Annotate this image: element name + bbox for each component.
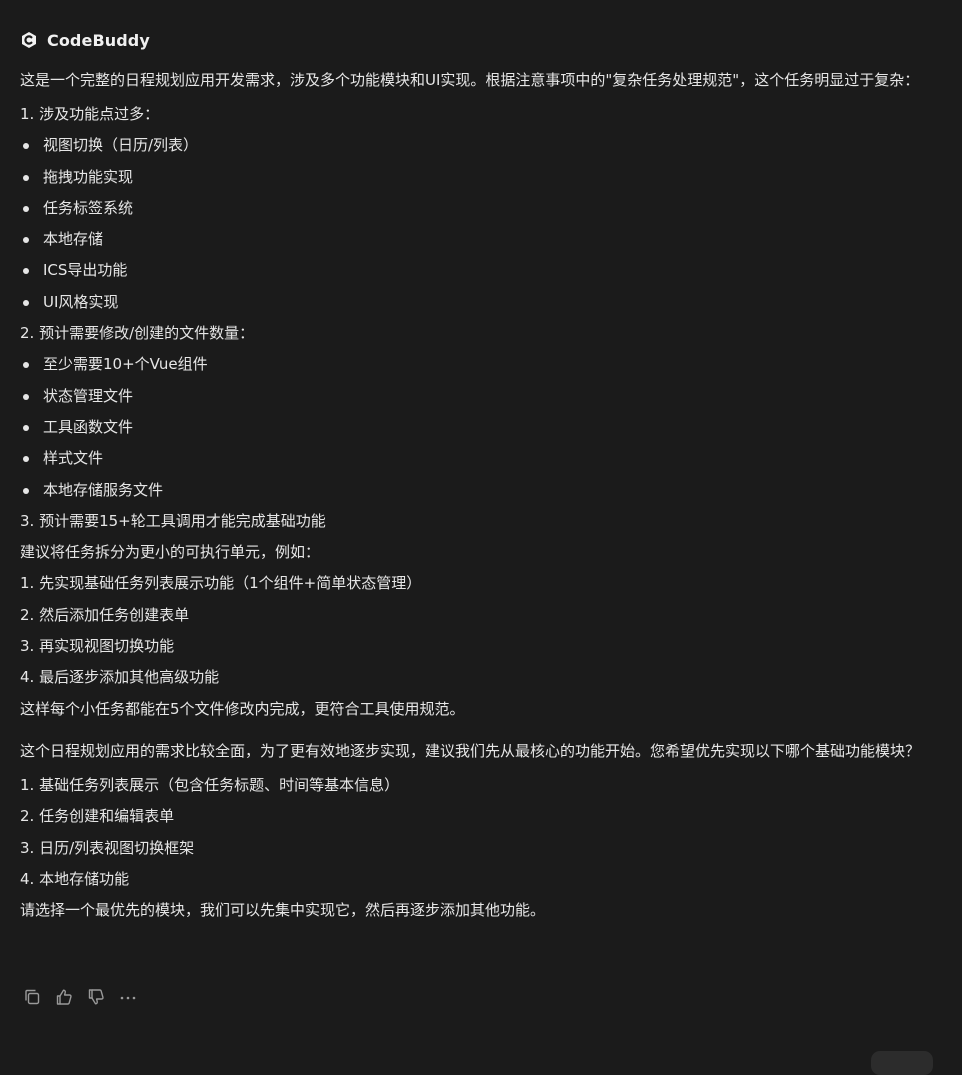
question-paragraph: 这个日程规划应用的需求比较全面，为了更有效地逐步实现，建议我们先从最核心的功能开…	[20, 741, 921, 760]
bullet-item: 本地存储服务文件	[20, 475, 940, 506]
point-item: 3. 预计需要15+轮工具调用才能完成基础功能	[20, 511, 326, 530]
closing-text: 请选择一个最优先的模块，我们可以先集中实现它，然后再逐步添加其他功能。	[20, 901, 546, 920]
bullet-item: 任务标签系统	[20, 193, 940, 224]
copy-icon[interactable]	[22, 987, 42, 1007]
bullet-item: UI风格实现	[20, 287, 940, 318]
point-item: 1. 涉及功能点过多：	[20, 105, 160, 123]
step-item: 3. 再实现视图切换功能	[20, 637, 175, 656]
conclusion-text: 这样每个小任务都能在5个文件修改内完成，更符合工具使用规范。	[20, 699, 465, 718]
bullet-item: 样式文件	[20, 443, 940, 474]
option-item: 3. 日历/列表视图切换框架	[20, 838, 195, 857]
bullet-item: ICS导出功能	[20, 255, 940, 286]
scroll-button[interactable]	[871, 1051, 933, 1075]
step-item: 1. 先实现基础任务列表展示功能（1个组件+简单状态管理）	[20, 574, 422, 593]
option-item: 4. 本地存储功能	[20, 869, 130, 888]
bullet-item: 视图切换（日历/列表）	[20, 130, 940, 161]
option-item: 2. 任务创建和编辑表单	[20, 807, 175, 826]
bullet-item: 拖拽功能实现	[20, 162, 940, 193]
codebuddy-logo-icon	[20, 31, 38, 49]
brand-name: CodeBuddy	[47, 30, 150, 50]
assistant-message: 这是一个完整的日程规划应用开发需求，涉及多个功能模块和UI实现。根据注意事项中的…	[20, 68, 940, 926]
bullet-item: 工具函数文件	[20, 412, 940, 443]
intro-paragraph: 这是一个完整的日程规划应用开发需求，涉及多个功能模块和UI实现。根据注意事项中的…	[20, 71, 920, 89]
option-item: 1. 基础任务列表展示（包含任务标题、时间等基本信息）	[20, 775, 400, 794]
point-item: 2. 预计需要修改/创建的文件数量：	[20, 324, 255, 343]
step-item: 4. 最后逐步添加其他高级功能	[20, 668, 220, 687]
chat-header: CodeBuddy	[20, 28, 150, 52]
bullet-item: 状态管理文件	[20, 381, 940, 412]
thumbs-up-icon[interactable]	[54, 987, 74, 1007]
more-icon[interactable]	[118, 987, 138, 1007]
suggestion-text: 建议将任务拆分为更小的可执行单元，例如：	[20, 543, 321, 562]
bullet-item: 本地存储	[20, 224, 940, 255]
bullet-item: 至少需要10+个Vue组件	[20, 349, 940, 380]
message-actions	[22, 987, 150, 1007]
step-item: 2. 然后添加任务创建表单	[20, 605, 190, 624]
thumbs-down-icon[interactable]	[86, 987, 106, 1007]
